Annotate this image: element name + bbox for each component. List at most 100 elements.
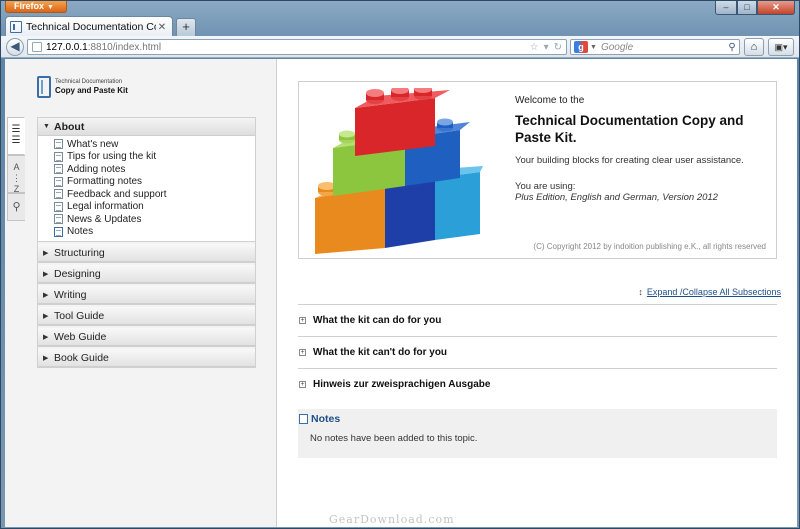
notes-header[interactable]: Notes bbox=[299, 413, 340, 425]
search-icon[interactable]: ⚲ bbox=[725, 42, 739, 53]
welcome-intro: Welcome to the bbox=[515, 95, 585, 106]
edition-value: Plus Edition, English and German, Versio… bbox=[515, 192, 718, 203]
logo-mark-icon bbox=[37, 76, 51, 98]
toc-item-label: Notes bbox=[67, 226, 94, 238]
site-identity-icon[interactable] bbox=[32, 42, 42, 52]
news-icon bbox=[54, 214, 63, 225]
toc-section-label: About bbox=[54, 120, 85, 133]
search-magnifier-icon: ⚲ bbox=[12, 201, 21, 213]
toc-item[interactable]: Adding notes bbox=[54, 163, 255, 176]
address-bar[interactable]: 127.0.0.1:8810/index.html ☆ ▾ ↻ bbox=[27, 39, 567, 55]
toc-item[interactable]: Tips for using the kit bbox=[54, 151, 255, 164]
tab-title: Technical Documentation Copy and Pas... bbox=[26, 21, 156, 33]
toc-section-label: Tool Guide bbox=[54, 310, 105, 322]
topic-pane: Welcome to the Technical Documentation C… bbox=[278, 59, 797, 527]
toc-section-label: Designing bbox=[54, 268, 101, 280]
welcome-title: Technical Documentation Copy and Paste K… bbox=[515, 113, 744, 145]
window-controls: – □ ✕ bbox=[715, 1, 795, 15]
firefox-menu-button[interactable]: Firefox ▼ bbox=[5, 1, 67, 13]
toc-section-label: Writing bbox=[54, 289, 87, 301]
contents-list-icon: ☰ ☰ bbox=[11, 124, 21, 146]
toc-section-label: Book Guide bbox=[54, 352, 109, 364]
toc-section-tool-guide[interactable]: ▶ Tool Guide bbox=[38, 307, 255, 325]
toc-item-label: Adding notes bbox=[67, 163, 126, 175]
document-icon bbox=[54, 176, 63, 187]
google-logo-icon[interactable]: g bbox=[574, 41, 588, 53]
browser-window: Firefox ▼ – □ ✕ Technical Documentation C… bbox=[0, 0, 800, 529]
new-tab-button[interactable]: + bbox=[176, 18, 196, 36]
tab-contents[interactable]: ☰ ☰ bbox=[7, 117, 25, 155]
search-engine-dropdown-icon[interactable]: ▼ bbox=[590, 44, 597, 51]
search-input[interactable]: Google bbox=[601, 42, 725, 53]
collapsed-triangle-icon: ▶ bbox=[43, 271, 49, 278]
toc-item-label: News & Updates bbox=[67, 213, 142, 225]
url-host: 127.0.0.1 bbox=[46, 41, 88, 53]
notes-icon bbox=[299, 414, 308, 424]
url-text[interactable]: 127.0.0.1:8810/index.html bbox=[46, 42, 530, 53]
toc-item[interactable]: Formatting notes bbox=[54, 176, 255, 189]
expand-collapse-label: Expand /Collapse All Subsections bbox=[646, 287, 781, 297]
history-dropdown-icon[interactable]: ▾ bbox=[544, 42, 549, 53]
reload-icon[interactable]: ↻ bbox=[554, 42, 562, 53]
expand-collapse-link[interactable]: ↕ Expand /Collapse All Subsections bbox=[638, 287, 781, 297]
subsection-bilingual[interactable]: + Hinweis zur zweisprachigen Ausgabe bbox=[298, 368, 777, 400]
toc-item-label: Feedback and support bbox=[67, 188, 167, 200]
close-window-button[interactable]: ✕ bbox=[757, 1, 795, 15]
kit-logo: Technical Documentation Copy and Paste K… bbox=[37, 75, 128, 99]
search-bar[interactable]: g ▼ Google ⚲ bbox=[570, 39, 740, 55]
logo-text: Technical Documentation Copy and Paste K… bbox=[55, 79, 128, 96]
bookmark-star-icon[interactable]: ☆ bbox=[530, 42, 539, 53]
document-icon bbox=[54, 201, 63, 212]
toc-item-label: Tips for using the kit bbox=[67, 151, 157, 163]
document-icon bbox=[54, 151, 63, 162]
toc-item[interactable]: Legal information bbox=[54, 201, 255, 214]
toc-item[interactable]: Feedback and support bbox=[54, 188, 255, 201]
toc-section-about[interactable]: ▼ About bbox=[38, 118, 255, 136]
document-icon bbox=[54, 139, 63, 150]
toc-item-list: What's new Tips for using the kit Adding… bbox=[38, 136, 255, 241]
watermark: GearDownload.com bbox=[329, 513, 455, 526]
bookmarks-menu-button[interactable]: ▣▾ bbox=[768, 38, 794, 56]
toc-section-writing[interactable]: ▶ Writing bbox=[38, 286, 255, 304]
home-button[interactable]: ⌂ bbox=[744, 38, 764, 56]
toc-section-label: Structuring bbox=[54, 247, 105, 259]
collapsed-triangle-icon: ▶ bbox=[43, 313, 49, 320]
toc-item-label: Formatting notes bbox=[67, 176, 143, 188]
toc-section-web-guide[interactable]: ▶ Web Guide bbox=[38, 328, 255, 346]
minimize-button[interactable]: – bbox=[715, 1, 737, 15]
subsection-can-do[interactable]: + What the kit can do for you bbox=[298, 304, 777, 336]
page-favicon-icon bbox=[10, 21, 22, 33]
maximize-button[interactable]: □ bbox=[737, 1, 757, 15]
toc-item[interactable]: Notes bbox=[54, 226, 255, 239]
home-icon: ⌂ bbox=[750, 41, 758, 53]
tab-close-icon[interactable]: ✕ bbox=[156, 22, 168, 33]
subsection-cant-do[interactable]: + What the kit can't do for you bbox=[298, 336, 777, 368]
index-az-icon: A ⋮ Z bbox=[12, 162, 21, 194]
subsection-title: Hinweis zur zweisprachigen Ausgabe bbox=[313, 379, 491, 390]
toc-section-structuring[interactable]: ▶ Structuring bbox=[38, 244, 255, 262]
back-button[interactable]: ◀ bbox=[6, 38, 24, 56]
collapsed-triangle-icon: ▶ bbox=[43, 334, 49, 341]
tab-search[interactable]: ⚲ bbox=[7, 193, 25, 221]
edition-label: You are using: bbox=[515, 181, 576, 192]
expand-collapse-icon: ↕ bbox=[638, 287, 643, 297]
toc-section-designing[interactable]: ▶ Designing bbox=[38, 265, 255, 283]
toc-item[interactable]: News & Updates bbox=[54, 213, 255, 226]
subsection-title: What the kit can do for you bbox=[313, 315, 442, 326]
notes-panel: Notes No notes have been added to this t… bbox=[298, 409, 777, 458]
firefox-menu-label: Firefox bbox=[14, 1, 45, 11]
expanded-triangle-icon: ▼ bbox=[43, 123, 50, 130]
navigation-pane: Technical Documentation Copy and Paste K… bbox=[5, 59, 277, 527]
welcome-description: Your building blocks for creating clear … bbox=[515, 155, 744, 166]
welcome-text: Welcome to the Technical Documentation C… bbox=[515, 95, 770, 203]
browser-tab-active[interactable]: Technical Documentation Copy and Pas... … bbox=[5, 16, 173, 37]
toc-section-book-guide[interactable]: ▶ Book Guide bbox=[38, 349, 255, 367]
notes-icon bbox=[54, 226, 63, 237]
expand-plus-icon: + bbox=[299, 349, 306, 356]
toc-section-label: Web Guide bbox=[54, 331, 107, 343]
tab-index[interactable]: A ⋮ Z bbox=[7, 155, 25, 194]
toc-item[interactable]: What's new bbox=[54, 138, 255, 151]
collapsed-triangle-icon: ▶ bbox=[43, 250, 49, 257]
expand-plus-icon: + bbox=[299, 317, 306, 324]
copyright-notice: (C) Copyright 2012 by indoition publishi… bbox=[533, 242, 766, 251]
